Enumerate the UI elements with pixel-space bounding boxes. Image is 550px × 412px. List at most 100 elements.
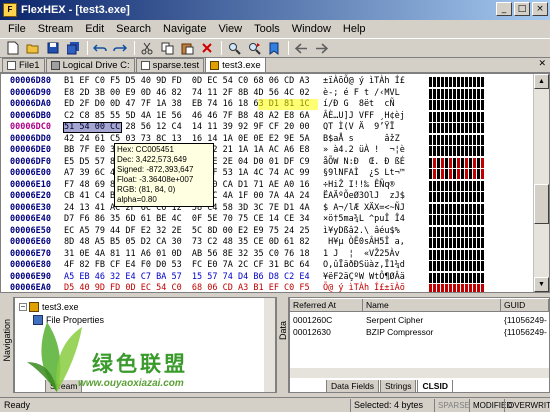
back-icon[interactable] xyxy=(292,40,310,56)
byte-map-row xyxy=(429,215,484,225)
new-icon[interactable] xyxy=(4,40,22,56)
table-row-1-guid[interactable]: {11056249- xyxy=(501,326,549,338)
scroll-up-icon[interactable]: ▲ xyxy=(534,74,549,89)
close-button[interactable]: × xyxy=(532,2,548,16)
table-row-1-name[interactable]: BZIP Compressor xyxy=(363,326,501,338)
hex-bytes[interactable]: C2 C8 85 55 5D 4A 1E 56 46 46 7F B8 48 A… xyxy=(64,111,310,123)
tree-item-test3-exe[interactable]: − test3.exe xyxy=(19,302,79,312)
cut-icon[interactable] xyxy=(138,40,156,56)
hex-ascii[interactable]: í/Ð G 8ët cÑ xyxy=(323,99,405,111)
menu-tools[interactable]: Tools xyxy=(248,23,286,35)
hex-ascii[interactable]: §9lNFAÌ ¿S Lt¬™ xyxy=(323,168,405,180)
table-row-1-referred-at[interactable]: 00012630 xyxy=(290,326,363,338)
column-referred-at[interactable]: Referred At xyxy=(290,299,363,312)
collapse-icon[interactable]: − xyxy=(19,303,27,311)
tab-clsid[interactable]: CLSID xyxy=(417,380,453,393)
menu-file[interactable]: File xyxy=(2,23,32,35)
hex-ascii[interactable]: è-; é F t /‹MVL xyxy=(323,88,405,100)
tab-strings[interactable]: Strings xyxy=(380,380,417,393)
hex-bytes[interactable]: EC A5 79 44 DF E2 32 2E 5C 8D 00 E2 E9 7… xyxy=(64,226,310,238)
menu-navigate[interactable]: Navigate xyxy=(157,23,212,35)
hex-ascii[interactable]: Õ@ ý ìTÀh Í£±ïÀõ xyxy=(323,283,405,292)
byte-map-row xyxy=(429,180,484,191)
close-tab-icon[interactable]: ✕ xyxy=(538,59,546,69)
hex-bytes[interactable]: 8D 48 A5 B5 05 D2 CA 30 73 C2 48 35 CE 0… xyxy=(64,237,310,249)
hex-bytes[interactable]: E8 2D 3B 00 E9 0D 46 82 74 11 2F 8B 4D 5… xyxy=(64,88,310,100)
hex-bytes[interactable]: 31 0E 4A 81 11 A6 01 0D AB 56 8E 32 35 C… xyxy=(64,249,310,261)
hex-ascii[interactable]: $ A¬/lÆ XÄX=<~ÑJ xyxy=(323,203,405,215)
hex-ascii[interactable]: » à4.2 üÀ ! ¬¦è xyxy=(323,145,405,157)
table-row-0-guid[interactable]: {11056249- xyxy=(501,314,549,326)
hex-ascii[interactable]: H¥µ ÒÊ0sÂH5Î a‚ xyxy=(323,237,405,249)
hex-ascii[interactable]: ì¥yDßâ2.\ âéu$% xyxy=(323,226,400,238)
table-row-0-referred-at[interactable]: 0001260C xyxy=(290,314,363,326)
column-guid[interactable]: GUID xyxy=(501,299,549,312)
hex-ascii[interactable]: ±ïÀõÕ@ ý ìTÀh Í£ xyxy=(323,76,405,88)
data-horizontal-scrollbar[interactable] xyxy=(290,368,549,378)
menu-window[interactable]: Window xyxy=(286,23,337,35)
hex-bytes[interactable]: A5 EB 46 32 E4 C7 BA 57 15 57 74 D4 B6 D… xyxy=(64,272,310,284)
menu-help[interactable]: Help xyxy=(337,23,372,35)
tab-test3-exe[interactable]: test3.exe xyxy=(205,57,266,72)
navigation-sidebar-strip[interactable]: Navigation xyxy=(0,297,14,393)
hex-bytes[interactable]: 4F 82 FB CF E4 F0 D0 53 FC E0 7A 2C CF 3… xyxy=(64,260,310,272)
hex-editor-pane[interactable]: 00006D80 B1 EF C0 F5 D5 40 9D FD 0D EC 54… xyxy=(0,73,550,293)
hex-ascii[interactable]: O‚ûÏäðÐSüàz,Ï1¼d xyxy=(323,260,405,272)
hex-ascii[interactable]: ÷HiŽ I!!‰ ÊÑq® xyxy=(323,180,405,192)
open-icon[interactable] xyxy=(24,40,42,56)
redo-icon[interactable] xyxy=(111,40,129,56)
forward-icon[interactable] xyxy=(312,40,330,56)
tooltip-dec: Dec: 3,422,573,649 xyxy=(117,155,187,164)
column-name[interactable]: Name xyxy=(363,299,501,312)
status-bar: Ready Selected: 4 bytes SPARSE MODIFIED … xyxy=(0,397,550,412)
find-next-icon[interactable] xyxy=(245,40,263,56)
menu-view[interactable]: View xyxy=(212,23,248,35)
hex-bytes[interactable]: B1 EF C0 F5 D5 40 9D FD 0D EC 54 C0 68 0… xyxy=(64,76,310,88)
table-row-0-name[interactable]: Serpent Cipher xyxy=(363,314,501,326)
tab-data-fields[interactable]: Data Fields xyxy=(326,380,379,393)
tree-item-file-properties[interactable]: File Properties xyxy=(33,315,104,325)
title-bar: F FlexHEX - [test3.exe] _ □ × xyxy=(0,0,550,20)
menu-stream[interactable]: Stream xyxy=(32,23,79,35)
paste-icon[interactable] xyxy=(178,40,196,56)
tab-sparse-test[interactable]: sparse.test xyxy=(135,58,205,72)
menu-search[interactable]: Search xyxy=(110,23,157,35)
copy-icon[interactable] xyxy=(158,40,176,56)
save-all-icon[interactable] xyxy=(64,40,82,56)
save-icon[interactable] xyxy=(44,40,62,56)
hex-ascii[interactable]: QT Ì(V Ä 9’ŸÏ xyxy=(323,122,405,134)
hex-ascii[interactable]: B$aÅ s âžZ xyxy=(323,134,400,146)
byte-map xyxy=(429,74,484,292)
hex-bytes[interactable]: D7 F6 86 35 6D 61 BE 4C 0F 5E 70 75 CE 1… xyxy=(64,214,310,226)
maximize-button[interactable]: □ xyxy=(514,2,530,16)
hex-ascii[interactable]: ×ö†5ma¾L ^puÎ Î4 xyxy=(323,214,405,226)
byte-map-row xyxy=(429,284,484,292)
hex-offset: 00006D90 xyxy=(10,87,51,98)
byte-map-row xyxy=(429,88,484,99)
tab-logical-drive[interactable]: Logical Drive C: xyxy=(45,58,135,72)
undo-icon[interactable] xyxy=(91,40,109,56)
hex-ascii[interactable]: ËAÄºÕeØ3OlJ zJ$ xyxy=(323,191,405,203)
minimize-button[interactable]: _ xyxy=(496,2,512,16)
menu-edit[interactable]: Edit xyxy=(79,23,110,35)
data-sidebar-strip[interactable]: Data xyxy=(275,297,289,393)
byte-map-row xyxy=(429,134,484,145)
scroll-thumb[interactable] xyxy=(534,184,549,224)
hex-ascii[interactable]: 1 J ¦ «VŽ25Àv xyxy=(323,249,405,261)
hex-vertical-scrollbar[interactable]: ▲ ▼ xyxy=(533,74,549,292)
scroll-down-icon[interactable]: ▼ xyxy=(534,277,549,292)
hex-ascii[interactable]: ÂÈ…U]J VFF ¸H¢èj xyxy=(323,111,405,123)
bookmark-icon[interactable] xyxy=(265,40,283,56)
byte-map-row xyxy=(429,169,484,179)
hex-bytes[interactable]: D5 40 9D FD 0D EC 54 C0 68 06 CD A3 B1 E… xyxy=(64,283,310,292)
byte-map-row xyxy=(429,272,484,283)
tab-stream[interactable]: Stream xyxy=(45,380,83,393)
hex-ascii[interactable]: ¥ëF2äÇºW WtÔ¶ØÂä xyxy=(323,272,405,284)
document-tabs: File1 Logical Drive C: sparse.test test3… xyxy=(0,57,550,73)
hex-ascii[interactable]: åÕW N:Ð Œ. Ð ßÉ xyxy=(323,157,405,169)
tab-file1[interactable]: File1 xyxy=(2,58,45,72)
find-icon[interactable] xyxy=(225,40,243,56)
byte-map-row xyxy=(429,77,484,87)
delete-icon[interactable] xyxy=(198,40,216,56)
data-label: Data xyxy=(278,321,288,341)
